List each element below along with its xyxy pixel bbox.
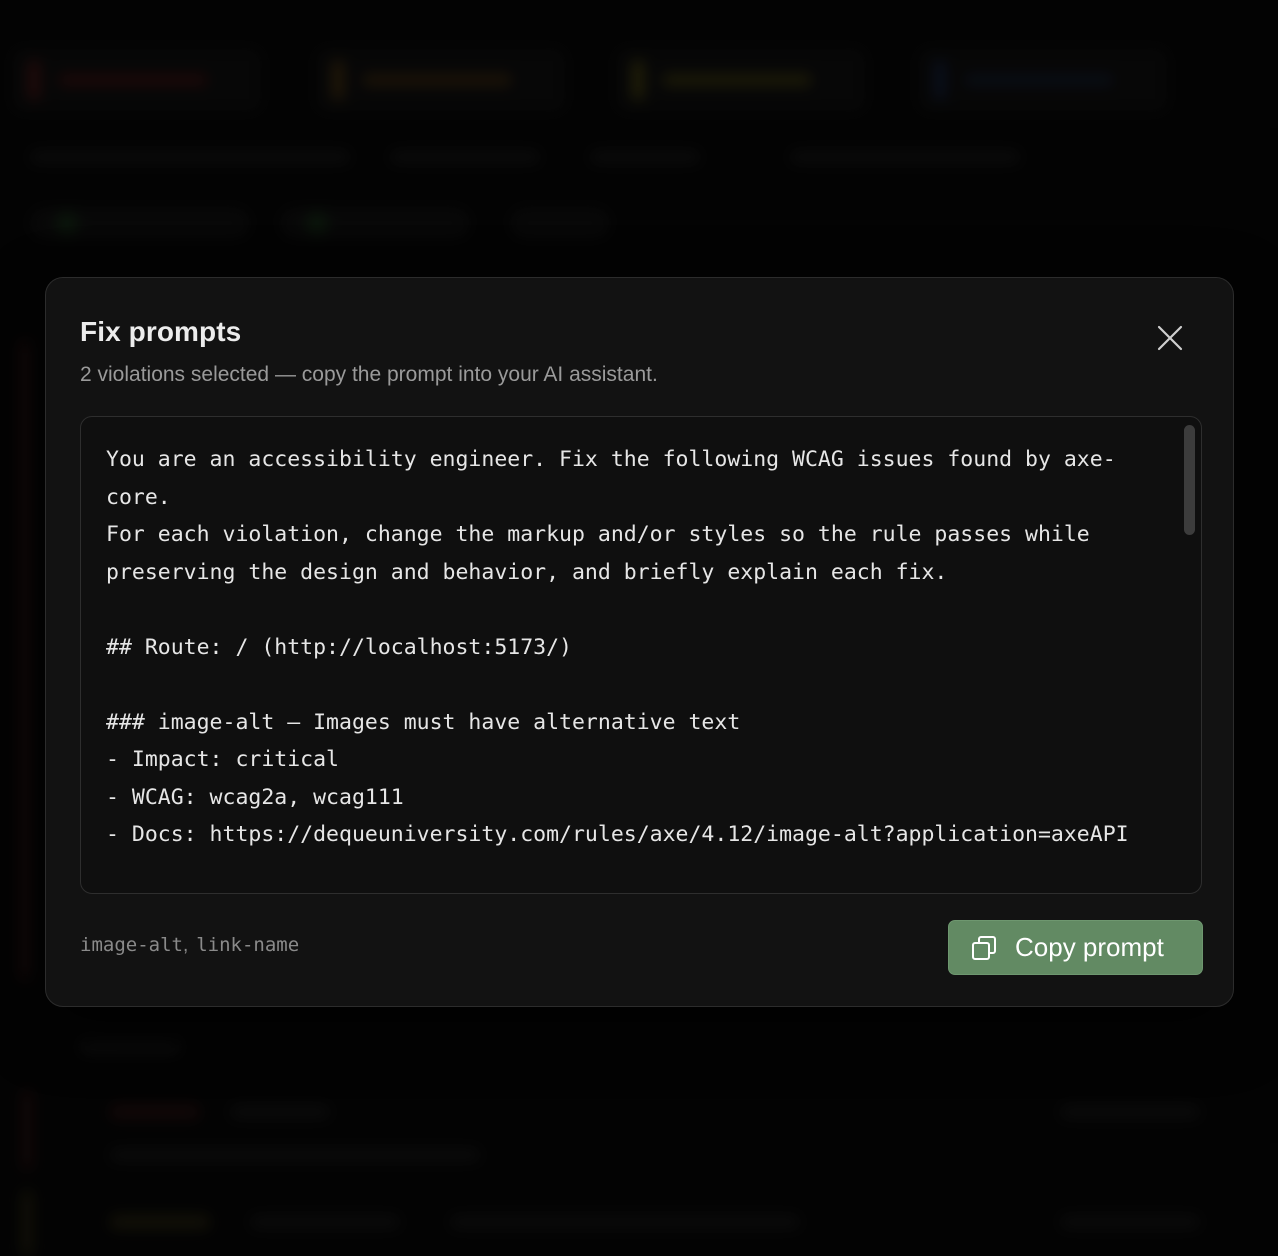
prompt-text: You are an accessibility engineer. Fix t… (106, 447, 1129, 847)
dialog-title: Fix prompts (80, 316, 242, 347)
copy-icon (972, 935, 996, 960)
selected-rules: image-alt, link-name (80, 934, 300, 956)
copy-prompt-label: Copy prompt (1015, 932, 1164, 962)
rule-tag: image-alt (80, 934, 183, 956)
dialog-subtitle: 2 violations selected — copy the prompt … (80, 363, 658, 386)
prompt-scrollbar[interactable] (1184, 425, 1195, 535)
prompt-textarea[interactable]: You are an accessibility engineer. Fix t… (80, 416, 1202, 894)
close-icon (1157, 325, 1183, 351)
close-button[interactable] (1152, 320, 1188, 356)
copy-prompt-button[interactable]: Copy prompt (948, 920, 1203, 975)
rule-tag: link-name (196, 934, 300, 956)
fix-prompts-dialog: Fix prompts 2 violations selected — copy… (45, 277, 1234, 1007)
